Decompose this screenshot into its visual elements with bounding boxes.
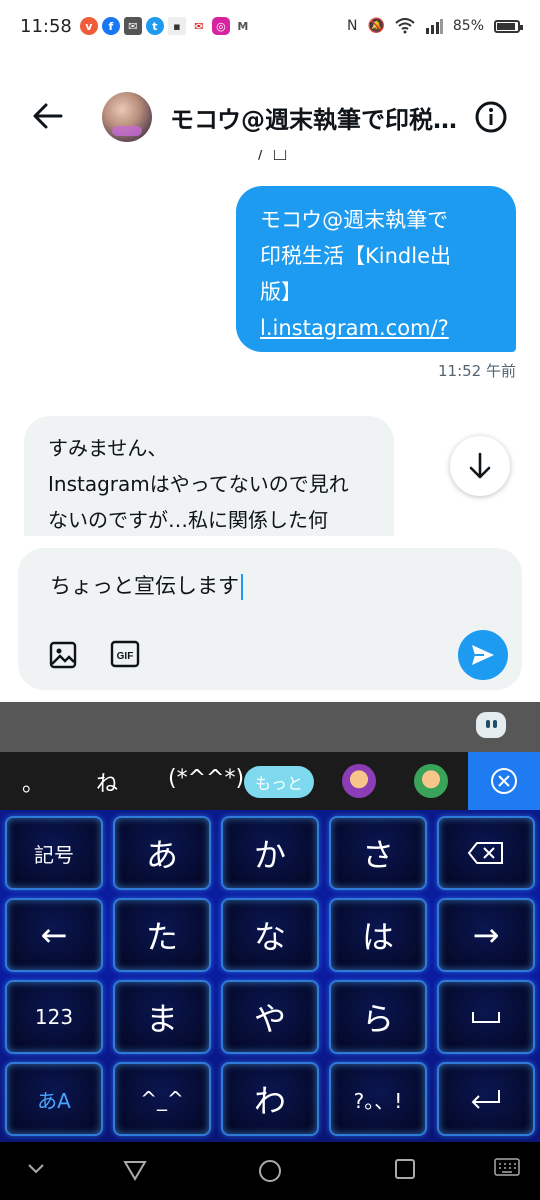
chevron-down-icon[interactable] bbox=[26, 1158, 46, 1178]
key-numbers[interactable]: 123 bbox=[5, 980, 103, 1054]
arrow-left-icon bbox=[33, 103, 63, 129]
key-ma[interactable]: ま bbox=[113, 980, 211, 1054]
nfc-icon: N bbox=[346, 18, 358, 34]
instagram-icon: ◎ bbox=[211, 17, 230, 35]
signal-icon bbox=[425, 19, 443, 34]
keyboard-keys: 記号 あ か さ ← た な は → 123 ま や ら あA ^_^ わ ?。… bbox=[0, 810, 540, 1142]
keyboard-toolbar bbox=[0, 702, 540, 752]
image-icon bbox=[49, 641, 77, 669]
arrow-down-icon bbox=[469, 452, 491, 479]
battery-icon bbox=[494, 19, 523, 33]
key-ya[interactable]: や bbox=[221, 980, 319, 1054]
key-wa[interactable]: わ bbox=[221, 1062, 319, 1136]
key-space[interactable] bbox=[437, 980, 535, 1054]
battery-percent: 85% bbox=[452, 18, 484, 34]
info-button[interactable] bbox=[474, 100, 508, 134]
enter-icon bbox=[471, 1090, 500, 1109]
key-a[interactable]: あ bbox=[113, 816, 211, 890]
mail-icon: ✉ bbox=[123, 17, 142, 35]
status-time: 11:58 bbox=[20, 15, 72, 37]
mute-icon: 🔕 bbox=[367, 18, 385, 34]
message-icon: ✉ bbox=[189, 17, 208, 35]
key-ra[interactable]: ら bbox=[329, 980, 427, 1054]
add-photo-button[interactable] bbox=[48, 640, 78, 670]
candidate-bar: 。 ね (*^^*) もっと bbox=[0, 752, 540, 810]
message-link[interactable]: l.instagram.com/? bbox=[260, 316, 449, 340]
key-ka[interactable]: か bbox=[221, 816, 319, 890]
gmail-icon: M bbox=[233, 17, 252, 35]
gif-icon: GIF bbox=[110, 640, 140, 668]
received-message-line: すみません、 bbox=[48, 436, 168, 460]
send-button[interactable] bbox=[458, 630, 508, 680]
key-input-mode[interactable]: あA bbox=[5, 1062, 103, 1136]
wifi-icon bbox=[395, 18, 415, 34]
back-button[interactable] bbox=[28, 98, 68, 134]
back-nav-icon[interactable] bbox=[122, 1158, 148, 1182]
key-ha[interactable]: は bbox=[329, 898, 427, 972]
backspace-icon bbox=[467, 842, 503, 864]
candidate-item[interactable]: (*^^*) bbox=[168, 766, 244, 791]
add-gif-button[interactable]: GIF bbox=[110, 640, 140, 668]
clipped-text: / □ bbox=[258, 150, 290, 162]
emoji-candidate[interactable] bbox=[414, 764, 448, 798]
key-enter[interactable] bbox=[437, 1062, 535, 1136]
received-message-line: Instagramはやってないので見れ bbox=[48, 472, 349, 496]
sent-message-line: モコウ@週末執筆で bbox=[260, 208, 449, 232]
status-bar: 11:58 v f ✉ t ▪ ✉ ◎ M N 🔕 85% bbox=[0, 0, 540, 52]
system-nav-bar bbox=[0, 1142, 540, 1200]
key-emoticon[interactable]: ^_^ bbox=[113, 1062, 211, 1136]
close-candidates-button[interactable] bbox=[468, 752, 540, 810]
scroll-down-button[interactable] bbox=[450, 436, 510, 496]
key-punctuation[interactable]: ?。、! bbox=[329, 1062, 427, 1136]
key-right[interactable]: → bbox=[437, 898, 535, 972]
key-sa[interactable]: さ bbox=[329, 816, 427, 890]
received-message-line: ないのですが…私に関係した何 bbox=[48, 508, 328, 532]
chat-header: モコウ@週末執筆で印税生活【Kindle出版】 bbox=[0, 80, 540, 150]
message-timestamp: 11:52 午前 bbox=[438, 362, 516, 380]
recents-nav-icon[interactable] bbox=[394, 1158, 416, 1180]
key-na[interactable]: な bbox=[221, 898, 319, 972]
avatar[interactable] bbox=[102, 92, 152, 142]
chat-title[interactable]: モコウ@週末執筆で印税生活【Kindle出版】 bbox=[170, 100, 470, 135]
facebook-icon: f bbox=[101, 17, 120, 35]
message-composer[interactable]: ちょっと宣伝します GIF bbox=[18, 548, 522, 690]
app-icon: ▪ bbox=[167, 17, 186, 35]
info-icon bbox=[475, 101, 507, 133]
input-mode-label: あA bbox=[37, 1088, 71, 1113]
sent-message-line: 印税生活【Kindle出 bbox=[260, 244, 451, 268]
key-backspace[interactable] bbox=[437, 816, 535, 890]
emoji-candidate[interactable] bbox=[342, 764, 376, 798]
sent-message-bubble[interactable]: モコウ@週末執筆で 印税生活【Kindle出 版】 l.instagram.co… bbox=[236, 186, 516, 376]
close-icon bbox=[491, 768, 517, 794]
keyboard-switch-icon[interactable] bbox=[494, 1158, 520, 1178]
send-icon bbox=[472, 645, 494, 665]
candidate-item[interactable]: 。 bbox=[22, 766, 44, 798]
key-left[interactable]: ← bbox=[5, 898, 103, 972]
sent-message-line-with-link: 版】 l.instagram.com/? bbox=[260, 274, 492, 346]
message-input-text: ちょっと宣伝します bbox=[50, 574, 239, 598]
key-ta[interactable]: た bbox=[113, 898, 211, 972]
twitter-icon: t bbox=[145, 17, 164, 35]
candidate-item[interactable]: ね bbox=[96, 766, 118, 798]
sent-message-text: 版】 bbox=[260, 280, 302, 304]
more-candidates-button[interactable]: もっと bbox=[244, 766, 314, 798]
key-symbols[interactable]: 記号 bbox=[5, 816, 103, 890]
home-nav-icon[interactable] bbox=[257, 1158, 283, 1184]
message-input[interactable]: ちょっと宣伝します bbox=[50, 570, 243, 600]
status-right: N 🔕 85% bbox=[346, 18, 523, 34]
svg-text:GIF: GIF bbox=[117, 651, 134, 662]
space-icon bbox=[472, 1012, 500, 1023]
received-message-bubble[interactable]: すみません、 Instagramはやってないので見れ ないのですが…私に関係した… bbox=[24, 416, 394, 536]
keyboard-assistant-icon[interactable] bbox=[476, 712, 506, 738]
text-caret bbox=[241, 574, 243, 600]
vivaldi-icon: v bbox=[79, 17, 98, 35]
notification-icons: v f ✉ t ▪ ✉ ◎ M bbox=[79, 17, 252, 35]
